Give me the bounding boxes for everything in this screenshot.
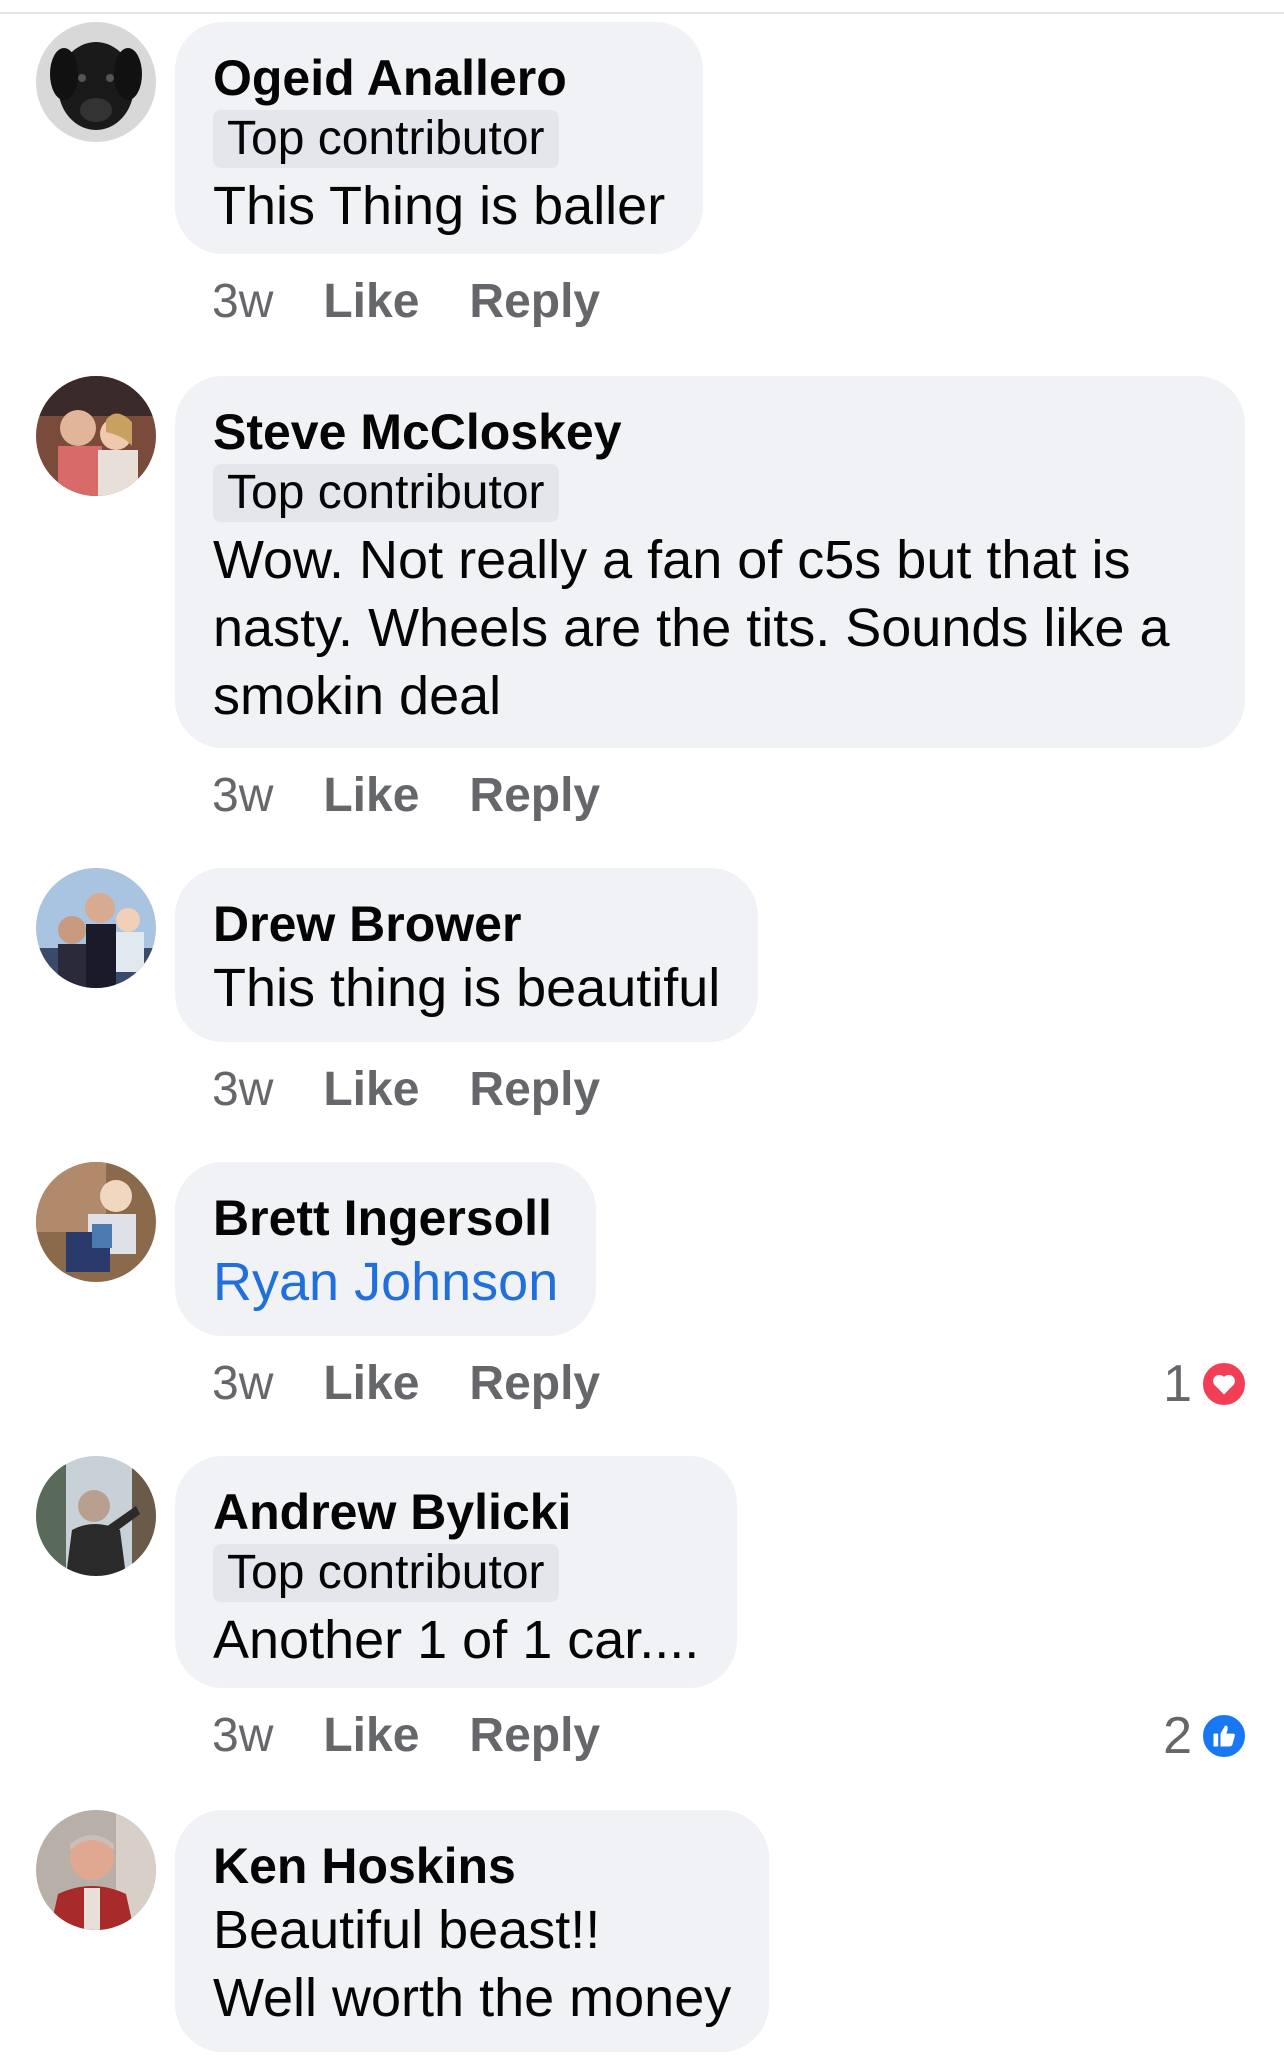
like-button[interactable]: Like	[323, 272, 419, 332]
comment-bubble: Andrew Bylicki Top contributor Another 1…	[175, 1456, 738, 1688]
like-button[interactable]: Like	[323, 1060, 419, 1120]
comment-actions: 3w Like Reply	[212, 766, 600, 826]
reply-button[interactable]: Reply	[469, 766, 600, 826]
comment-timestamp[interactable]: 3w	[212, 1354, 273, 1414]
comment-actions: 3w Like Reply	[212, 1354, 600, 1414]
top-contributor-badge: Top contributor	[213, 1544, 559, 1602]
comment-timestamp[interactable]: 3w	[212, 272, 273, 332]
comment-author[interactable]: Ken Hoskins	[213, 1836, 731, 1896]
top-divider	[0, 0, 1284, 14]
comment-text: Another 1 of 1 car....	[213, 1610, 700, 1670]
like-button[interactable]: Like	[323, 1706, 419, 1766]
comment-author[interactable]: Ogeid Anallero	[213, 48, 665, 108]
outdoor-photo-avatar[interactable]	[36, 1456, 156, 1576]
reply-button[interactable]: Reply	[469, 1706, 600, 1766]
comment-timestamp[interactable]: 3w	[212, 1706, 273, 1766]
mention-link[interactable]: Ryan Johnson	[213, 1248, 558, 1316]
comment-author[interactable]: Drew Brower	[213, 894, 720, 954]
like-icon	[1200, 1712, 1248, 1760]
comment-bubble: Drew Brower This thing is beautiful	[175, 868, 759, 1042]
comment-actions: 3w Like Reply	[212, 1060, 600, 1120]
reaction-count: 1	[1163, 1355, 1192, 1413]
comment-text: This thing is beautiful	[213, 958, 721, 1018]
man-photo-avatar[interactable]	[36, 1810, 156, 1930]
top-contributor-badge: Top contributor	[213, 464, 559, 522]
comment-text-line: Beautiful beast!!	[213, 1900, 601, 1960]
top-contributor-badge: Top contributor	[213, 110, 559, 168]
reaction-count: 2	[1163, 1707, 1192, 1765]
love-icon	[1200, 1360, 1248, 1408]
comment-text-line: Well worth the money	[213, 1968, 732, 2028]
comment-bubble: Ogeid Anallero Top contributor This Thin…	[175, 22, 704, 254]
reaction-summary[interactable]: 1	[1163, 1354, 1248, 1414]
reply-button[interactable]: Reply	[469, 1060, 600, 1120]
child-photo-avatar[interactable]	[36, 1162, 156, 1282]
comment-author[interactable]: Brett Ingersoll	[213, 1188, 558, 1248]
reply-button[interactable]: Reply	[469, 1354, 600, 1414]
reaction-summary[interactable]: 2	[1163, 1706, 1248, 1766]
comment-timestamp[interactable]: 3w	[212, 1060, 273, 1120]
comment-author[interactable]: Steve McCloskey	[213, 402, 1207, 462]
comment-bubble: Ken Hoskins Beautiful beast!! Well worth…	[175, 1810, 770, 2052]
comment-bubble: Brett Ingersoll Ryan Johnson	[175, 1162, 597, 1336]
like-button[interactable]: Like	[323, 766, 419, 826]
couple-photo-avatar[interactable]	[36, 376, 156, 496]
comment-actions: 3w Like Reply	[212, 272, 600, 332]
comment-author[interactable]: Andrew Bylicki	[213, 1482, 699, 1542]
family-photo-avatar[interactable]	[36, 868, 156, 988]
comment-timestamp[interactable]: 3w	[212, 766, 273, 826]
dog-photo-avatar[interactable]	[36, 22, 156, 142]
comment-bubble: Steve McCloskey Top contributor Wow. Not…	[175, 376, 1245, 748]
like-button[interactable]: Like	[323, 1354, 419, 1414]
comment-text: This Thing is baller	[213, 176, 666, 236]
comment-text: Wow. Not really a fan of c5s but that is…	[213, 530, 1170, 726]
comment-actions: 3w Like Reply	[212, 1706, 600, 1766]
reply-button[interactable]: Reply	[469, 272, 600, 332]
